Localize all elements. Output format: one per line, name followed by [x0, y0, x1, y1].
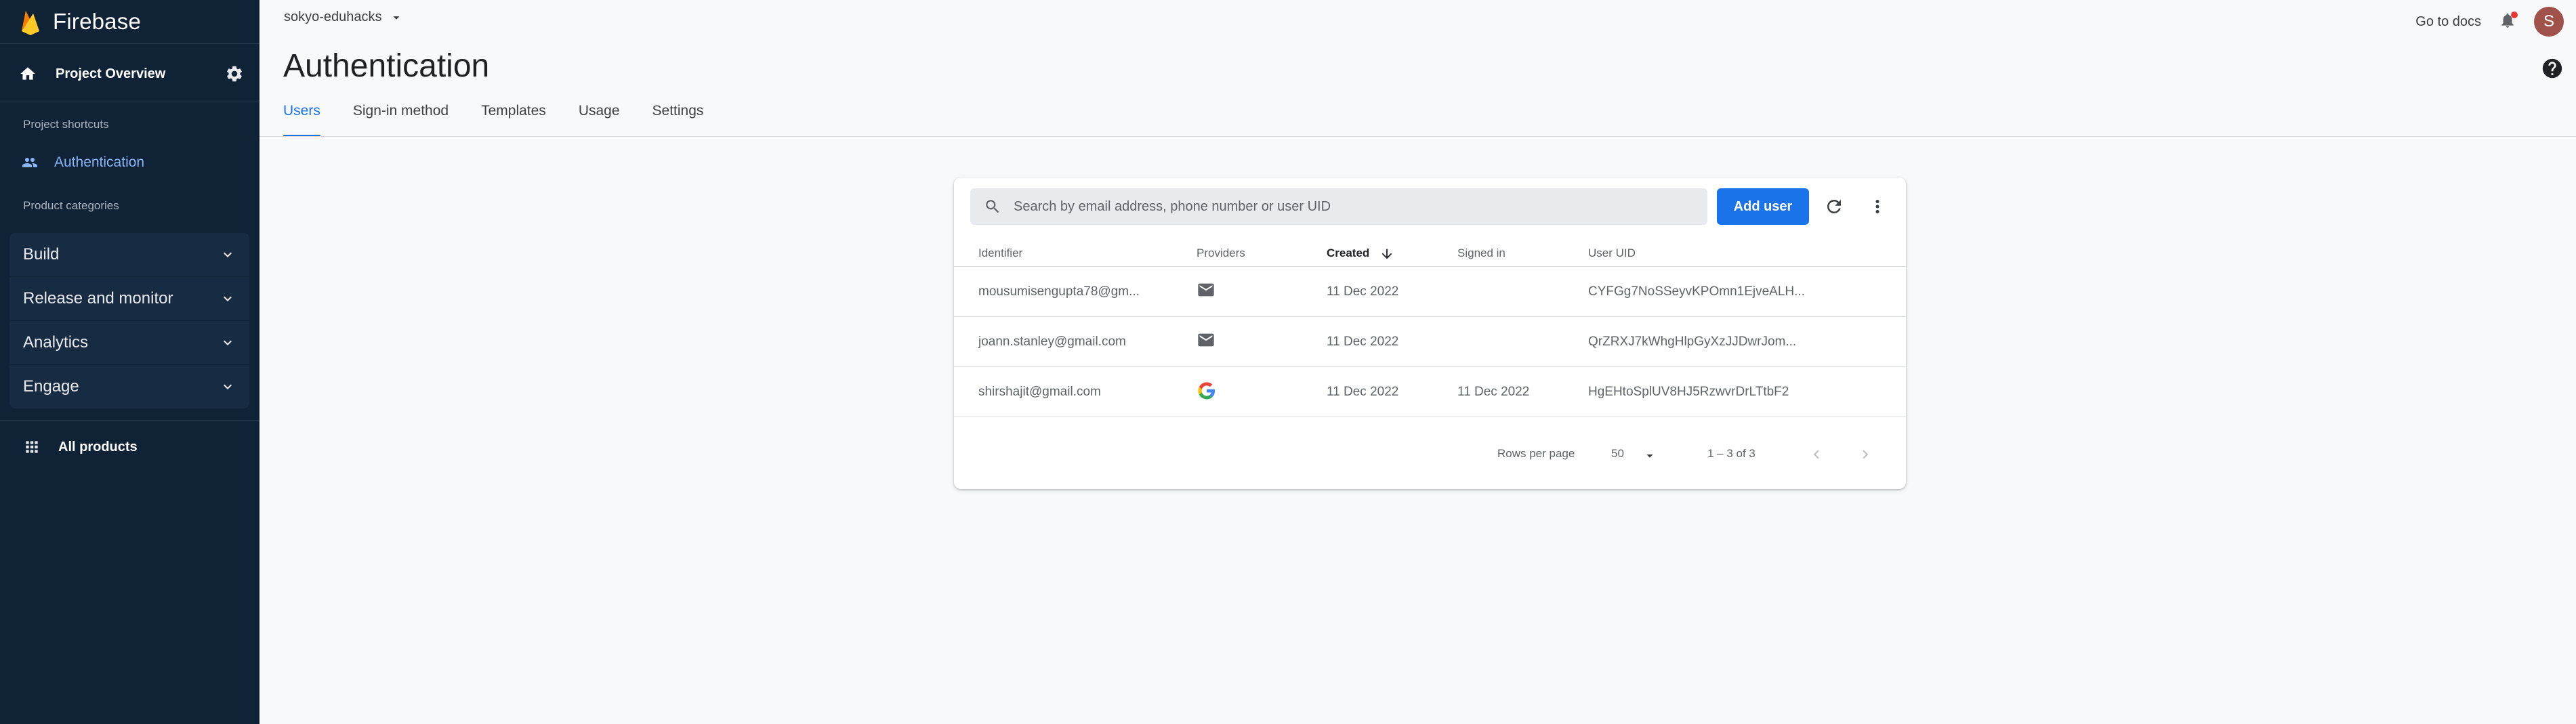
dropdown-arrow-icon[interactable]	[1642, 448, 1657, 463]
project-overview-label: Project Overview	[56, 66, 166, 81]
category-engage[interactable]: Engage	[9, 365, 249, 408]
email-icon	[1198, 333, 1214, 347]
cell-uid: HgEHtoSplUV8HJ5RzwvrDrLTtbF2	[1588, 385, 1789, 399]
col-providers: Providers	[1197, 247, 1245, 259]
notifications-button[interactable]	[2499, 11, 2518, 33]
cell-created: 11 Dec 2022	[1327, 385, 1399, 399]
chevron-down-icon	[224, 252, 232, 257]
search-icon	[986, 200, 999, 213]
notification-dot	[2511, 11, 2518, 18]
gear-icon[interactable]	[225, 64, 244, 83]
rows-per-page-select[interactable]: 50	[1611, 447, 1624, 461]
topbar-actions: Go to docs S	[2415, 7, 2564, 37]
tab-settings[interactable]: Settings	[652, 103, 704, 137]
brand-name: Firebase	[53, 9, 141, 34]
category-label: Build	[23, 245, 60, 263]
avatar[interactable]: S	[2534, 7, 2564, 37]
arrow-down-icon[interactable]	[1379, 247, 1394, 261]
sidebar-item-authentication[interactable]: Authentication	[20, 149, 144, 176]
category-release-and-monitor[interactable]: Release and monitor	[9, 277, 249, 320]
divider	[0, 43, 259, 44]
category-analytics[interactable]: Analytics	[9, 321, 249, 364]
chevron-down-icon	[224, 384, 232, 389]
help-icon[interactable]	[2541, 57, 2564, 80]
product-categories-label: Product categories	[23, 199, 119, 212]
go-to-docs-link[interactable]: Go to docs	[2415, 14, 2481, 30]
table-pagination: Rows per page 50 1 – 3 of 3	[954, 435, 1906, 475]
cell-uid: CYFGg7NoSSeyvKPOmn1EjveALH...	[1588, 284, 1805, 299]
all-products-label: All products	[58, 439, 138, 454]
search-placeholder: Search by email address, phone number or…	[1014, 198, 1331, 214]
table-row[interactable]: joann.stanley@gmail.com 11 Dec 2022 QrZR…	[954, 317, 1906, 367]
cell-signed-in: 11 Dec 2022	[1457, 385, 1530, 399]
col-signed-in[interactable]: Signed in	[1457, 247, 1505, 260]
cell-identifier: joann.stanley@gmail.com	[978, 335, 1126, 349]
firebase-flame-icon	[22, 11, 39, 35]
sidebar: Firebase Project Overview Project shortc…	[0, 0, 259, 724]
category-label: Analytics	[23, 333, 89, 352]
pagination-range: 1 – 3 of 3	[1707, 447, 1756, 460]
col-user-uid: User UID	[1588, 247, 1636, 259]
add-user-button[interactable]: Add user	[1717, 188, 1809, 225]
all-products-link[interactable]: All products	[23, 433, 138, 461]
chevron-right-icon[interactable]	[1856, 446, 1874, 463]
tabs-divider	[259, 136, 2576, 137]
google-icon	[1198, 382, 1215, 400]
firebase-logo[interactable]: Firebase	[20, 5, 141, 38]
divider	[0, 420, 259, 421]
home-icon	[20, 67, 35, 80]
page-title: Authentication	[283, 48, 490, 84]
more-vert-icon[interactable]	[1867, 196, 1888, 217]
cell-identifier: mousumisengupta78@gm...	[978, 284, 1140, 299]
category-build[interactable]: Build	[9, 233, 249, 276]
cell-identifier: shirshajit@gmail.com	[978, 385, 1101, 399]
sidebar-item-label: Authentication	[54, 154, 145, 170]
dropdown-arrow-icon	[392, 16, 400, 20]
chevron-left-icon[interactable]	[1808, 446, 1825, 463]
category-label: Engage	[23, 377, 79, 396]
chevron-down-icon	[224, 340, 232, 345]
rows-per-page-label: Rows per page	[1497, 447, 1575, 460]
table-row[interactable]: mousumisengupta78@gm... 11 Dec 2022 CYFG…	[954, 267, 1906, 317]
tab-sign-in-method[interactable]: Sign-in method	[353, 103, 449, 137]
chevron-down-icon	[224, 296, 232, 301]
project-shortcuts-label: Project shortcuts	[23, 118, 109, 131]
cell-uid: QrZRXJ7kWhgHlpGyXzJJDwrJom...	[1588, 335, 1797, 349]
email-icon	[1198, 283, 1214, 297]
people-icon	[22, 158, 37, 167]
table-header: Identifier Providers Created Signed in U…	[954, 238, 1906, 267]
apps-grid-icon	[26, 441, 38, 453]
refresh-icon[interactable]	[1824, 196, 1844, 217]
project-name: sokyo-eduhacks	[284, 9, 382, 24]
col-created[interactable]: Created	[1327, 247, 1369, 260]
search-input[interactable]: Search by email address, phone number or…	[970, 188, 1707, 225]
tab-usage[interactable]: Usage	[579, 103, 620, 137]
cell-created: 11 Dec 2022	[1327, 335, 1399, 349]
table-row[interactable]: shirshajit@gmail.com 11 Dec 2022 11 Dec …	[954, 367, 1906, 417]
tab-users[interactable]: Users	[283, 103, 320, 137]
project-overview-link[interactable]: Project Overview	[19, 56, 244, 92]
tab-templates[interactable]: Templates	[481, 103, 546, 137]
cell-created: 11 Dec 2022	[1327, 284, 1399, 299]
tab-bar: Users Sign-in method Templates Usage Set…	[283, 103, 703, 137]
project-selector[interactable]: sokyo-eduhacks	[284, 9, 404, 25]
users-table-card: Search by email address, phone number or…	[954, 177, 1906, 489]
col-identifier[interactable]: Identifier	[978, 247, 1022, 260]
category-label: Release and monitor	[23, 289, 173, 307]
